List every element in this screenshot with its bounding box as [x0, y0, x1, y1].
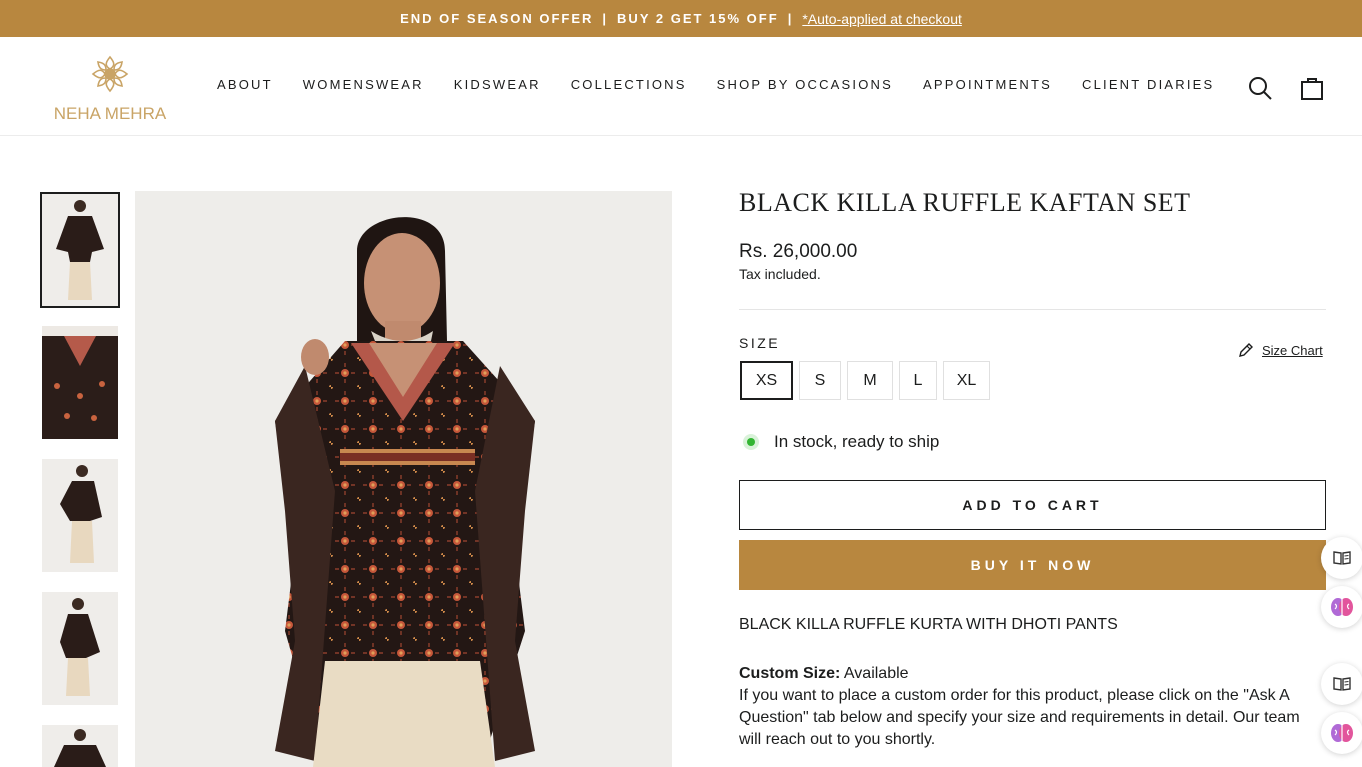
cart-bag-icon[interactable] — [1299, 75, 1325, 101]
size-label: SIZE — [739, 335, 781, 351]
announcement-bar: END OF SEASON OFFER | BUY 2 GET 15% OFF … — [0, 0, 1362, 37]
product-thumbnail-image — [42, 326, 118, 439]
size-chart-link[interactable]: Size Chart — [1238, 342, 1323, 358]
size-option-xl[interactable]: XL — [943, 361, 990, 400]
add-to-cart-button[interactable]: ADD TO CART — [739, 480, 1326, 530]
product-thumbnail-image — [42, 592, 118, 705]
ai-widget-button[interactable] — [1321, 586, 1362, 628]
brand-logo[interactable]: NEHA MEHRA — [50, 52, 170, 124]
product-subtitle: BLACK KILLA RUFFLE KURTA WITH DHOTI PANT… — [739, 616, 1118, 633]
brain-icon — [1331, 598, 1353, 616]
site-header: NEHA MEHRA ABOUT WOMENSWEAR KIDSWEAR COL… — [0, 37, 1362, 136]
in-stock-dot-icon — [743, 434, 759, 450]
search-icon[interactable] — [1247, 75, 1273, 101]
product-thumbnail-image — [42, 459, 118, 572]
product-price: Rs. 26,000.00 — [739, 241, 858, 262]
reader-widget-button[interactable] — [1321, 537, 1362, 579]
nav-item-shop-by-occasions[interactable]: SHOP BY OCCASIONS — [717, 77, 893, 92]
mandala-logo-icon — [91, 55, 129, 93]
nav-item-about[interactable]: ABOUT — [217, 77, 273, 92]
nav-item-womenswear[interactable]: WOMENSWEAR — [303, 77, 424, 92]
stock-text: In stock, ready to ship — [774, 432, 940, 451]
thumbnail-5[interactable] — [42, 725, 118, 767]
product-thumbnail-image — [42, 725, 118, 767]
size-option-xs[interactable]: XS — [740, 361, 793, 400]
divider — [739, 309, 1326, 310]
nav-item-appointments[interactable]: APPOINTMENTS — [923, 77, 1052, 92]
product-title: BLACK KILLA RUFFLE KAFTAN SET — [739, 188, 1191, 217]
size-option-l[interactable]: L — [899, 361, 937, 400]
buy-now-button[interactable]: BUY IT NOW — [739, 540, 1326, 590]
thumbnail-3[interactable] — [42, 459, 118, 572]
nav-item-client-diaries[interactable]: CLIENT DIARIES — [1082, 77, 1214, 92]
ruler-pencil-icon — [1239, 343, 1253, 357]
separator: | — [602, 11, 609, 26]
size-option-s[interactable]: S — [799, 361, 841, 400]
brain-icon — [1331, 724, 1353, 742]
size-option-m[interactable]: M — [847, 361, 893, 400]
ai-widget-button[interactable] — [1321, 712, 1362, 754]
offer-text-2: BUY 2 GET 15% OFF — [617, 11, 779, 26]
reader-widget-button[interactable] — [1321, 663, 1362, 705]
custom-size-description: If you want to place a custom order for … — [739, 687, 1300, 748]
custom-size-label: Custom Size: — [739, 665, 841, 682]
thumbnail-2[interactable] — [42, 326, 118, 439]
separator: | — [787, 11, 794, 26]
brand-name: NEHA MEHRA — [53, 104, 167, 123]
product-thumbnail-image — [42, 194, 118, 306]
nav-item-kidswear[interactable]: KIDSWEAR — [454, 77, 541, 92]
nav-item-collections[interactable]: COLLECTIONS — [571, 77, 687, 92]
main-nav: ABOUT WOMENSWEAR KIDSWEAR COLLECTIONS SH… — [217, 77, 1244, 92]
thumbnail-1[interactable] — [40, 192, 120, 308]
custom-size-value: Available — [843, 665, 909, 682]
size-selector: XS S M L XL — [740, 361, 996, 400]
offer-text: END OF SEASON OFFER — [400, 11, 594, 26]
thumbnail-4[interactable] — [42, 592, 118, 705]
stock-status: In stock, ready to ship — [743, 432, 939, 452]
book-icon — [1333, 551, 1351, 565]
book-icon — [1333, 677, 1351, 691]
checkout-offer-link[interactable]: *Auto-applied at checkout — [802, 11, 962, 27]
size-chart-label: Size Chart — [1262, 342, 1323, 358]
custom-size-info: Custom Size: Available If you want to pl… — [739, 663, 1326, 751]
main-product-image[interactable] — [135, 191, 672, 767]
model-product-photo — [135, 191, 672, 767]
tax-note: Tax included. — [739, 266, 821, 282]
